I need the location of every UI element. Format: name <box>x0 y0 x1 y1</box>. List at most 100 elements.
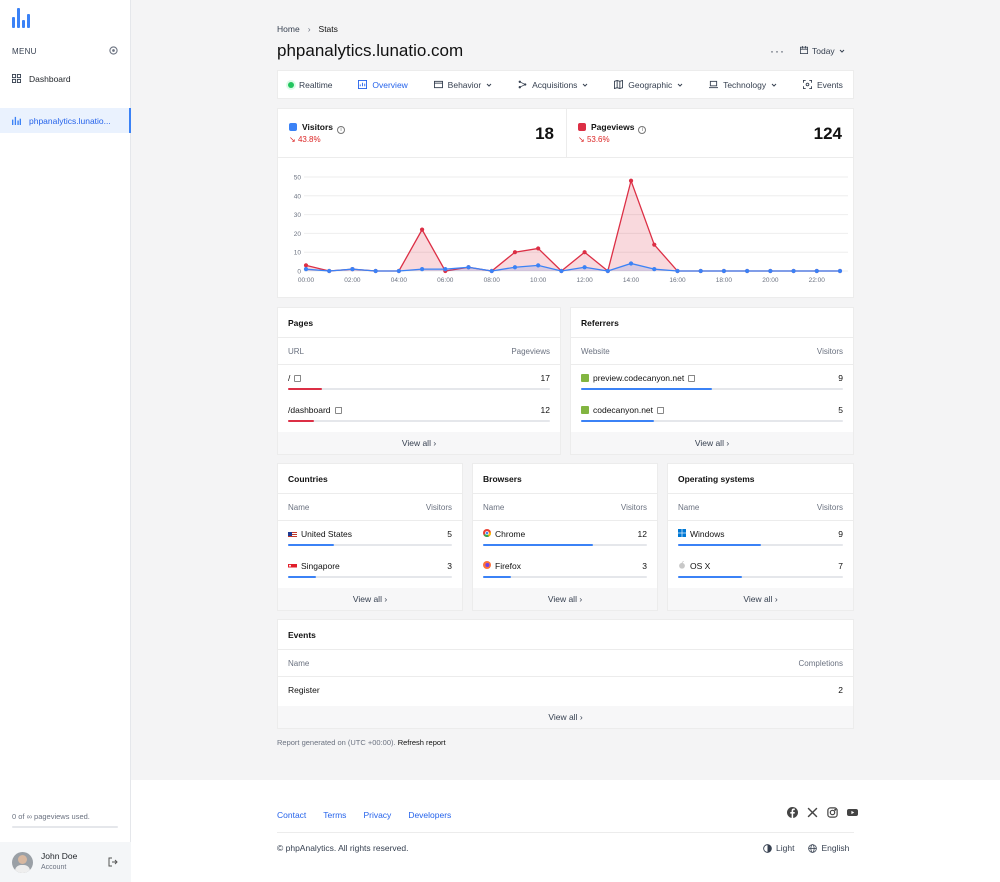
view-all-link[interactable]: View all › <box>571 432 853 454</box>
tab-geographic[interactable]: Geographic <box>614 71 683 98</box>
table-row[interactable]: / 17 <box>288 369 550 395</box>
x-twitter-icon[interactable] <box>807 807 818 818</box>
user-panel[interactable]: John Doe Account <box>0 842 131 882</box>
data-point <box>698 268 703 274</box>
more-options-icon[interactable]: ··· <box>770 44 785 58</box>
tab-events[interactable]: Events <box>802 71 843 98</box>
country-name[interactable]: United States <box>301 529 352 539</box>
table-row[interactable]: /dashboard 12 <box>288 401 550 427</box>
row-bar <box>288 576 316 578</box>
browser-window-icon <box>433 80 443 89</box>
tab-acquisitions[interactable]: Acquisitions <box>518 71 588 98</box>
language-label: English <box>821 843 850 853</box>
x-tick-label: 10:00 <box>530 277 547 284</box>
theme-label: Light <box>776 843 795 853</box>
page-url[interactable]: / <box>288 373 290 383</box>
chrome-icon <box>483 529 491 539</box>
avatar[interactable] <box>12 851 33 873</box>
os-name[interactable]: Windows <box>690 529 724 539</box>
visitors-count: 18 <box>535 124 554 143</box>
tab-label: Realtime <box>299 79 333 90</box>
view-all-link[interactable]: View all › <box>278 432 560 454</box>
page-url[interactable]: /dashboard <box>288 405 331 415</box>
settings-icon[interactable] <box>109 46 118 55</box>
tab-behavior[interactable]: Behavior <box>433 71 493 98</box>
data-point <box>721 268 727 274</box>
pageviews-count: 124 <box>813 124 842 143</box>
browser-name[interactable]: Chrome <box>495 529 525 539</box>
external-link-icon[interactable] <box>657 406 665 414</box>
data-point <box>466 265 471 270</box>
tab-realtime[interactable]: Realtime <box>288 71 333 98</box>
logout-icon[interactable] <box>108 857 118 867</box>
card-title: Referrers <box>581 318 619 328</box>
browsers-card: Browsers Name Visitors Chrome 12 Firefox… <box>472 463 658 611</box>
footer-link-contact[interactable]: Contact <box>277 810 306 820</box>
table-row[interactable]: preview.codecanyon.net 9 <box>581 369 843 395</box>
user-name: John Doe <box>41 851 78 861</box>
referrer-site[interactable]: codecanyon.net <box>593 405 653 415</box>
data-point <box>628 178 634 183</box>
os-name[interactable]: OS X <box>690 561 710 571</box>
tab-overview[interactable]: Overview <box>358 71 408 98</box>
data-point <box>303 267 309 272</box>
date-range-button[interactable]: Today <box>794 41 851 61</box>
chevron-down-icon <box>486 82 492 88</box>
table-row[interactable]: Windows 9 <box>678 525 843 551</box>
footer-links: Contact Terms Privacy Developers <box>277 810 451 820</box>
singapore-flag-icon <box>288 563 297 570</box>
facebook-icon[interactable] <box>787 807 798 818</box>
sidebar-item-dashboard[interactable]: Dashboard <box>0 66 131 91</box>
external-link-icon[interactable] <box>294 374 302 382</box>
footer: Contact Terms Privacy Developers © phpAn… <box>131 780 1000 882</box>
footer-link-terms[interactable]: Terms <box>323 810 346 820</box>
info-icon[interactable]: i <box>337 126 346 134</box>
external-link-icon[interactable] <box>688 374 696 382</box>
favicon-icon <box>581 374 589 382</box>
language-selector[interactable]: English <box>808 843 849 853</box>
external-link-icon[interactable] <box>334 406 342 414</box>
info-icon[interactable]: i <box>638 126 647 134</box>
browser-name[interactable]: Firefox <box>495 561 521 571</box>
row-value: 12 <box>540 405 550 415</box>
column-header: Name <box>483 503 505 512</box>
theme-toggle[interactable]: Light <box>763 843 794 853</box>
data-point <box>745 268 750 274</box>
column-header: Visitors <box>816 503 843 512</box>
instagram-icon[interactable] <box>827 807 838 818</box>
card-title: Operating systems <box>678 474 755 484</box>
column-header: Visitors <box>620 503 647 512</box>
tab-technology[interactable]: Technology <box>709 71 777 98</box>
refresh-report-link[interactable]: Refresh report <box>398 738 446 747</box>
table-row[interactable]: United States 5 <box>288 525 452 551</box>
row-value: 2 <box>838 685 843 695</box>
row-value: 7 <box>838 561 843 571</box>
table-row[interactable]: Singapore 3 <box>288 557 452 583</box>
table-row[interactable]: OS X 7 <box>678 557 843 583</box>
table-row[interactable]: Register 2 <box>288 681 843 707</box>
footer-link-developers[interactable]: Developers <box>408 810 451 820</box>
divider <box>278 157 853 158</box>
logo-icon[interactable] <box>12 8 30 28</box>
event-name[interactable]: Register <box>288 685 320 695</box>
table-row[interactable]: Chrome 12 <box>483 525 647 551</box>
column-header: Visitors <box>816 347 843 356</box>
table-row[interactable]: Firefox 3 <box>483 557 647 583</box>
sidebar-item-website[interactable]: phpanalytics.lunatio... <box>0 108 131 133</box>
view-all-link[interactable]: View all › <box>278 588 462 610</box>
footer-link-privacy[interactable]: Privacy <box>363 810 391 820</box>
tab-label: Geographic <box>628 79 673 90</box>
view-all-link[interactable]: View all › <box>278 706 853 728</box>
table-row[interactable]: codecanyon.net 5 <box>581 401 843 427</box>
youtube-icon[interactable] <box>847 807 858 818</box>
referrer-site[interactable]: preview.codecanyon.net <box>593 373 684 383</box>
data-point <box>327 268 332 274</box>
tab-label: Events <box>816 79 843 90</box>
view-all-link[interactable]: View all › <box>473 588 657 610</box>
view-all-link[interactable]: View all › <box>668 588 853 610</box>
country-name[interactable]: Singapore <box>301 561 340 571</box>
breadcrumb-home[interactable]: Home <box>277 24 300 34</box>
x-tick-label: 08:00 <box>484 277 501 284</box>
traffic-chart[interactable]: 0 10 20 30 40 50 00:00 02:00 04:00 06:00 08:00 10:0… <box>278 161 855 299</box>
x-tick-label: 16:00 <box>669 277 686 284</box>
